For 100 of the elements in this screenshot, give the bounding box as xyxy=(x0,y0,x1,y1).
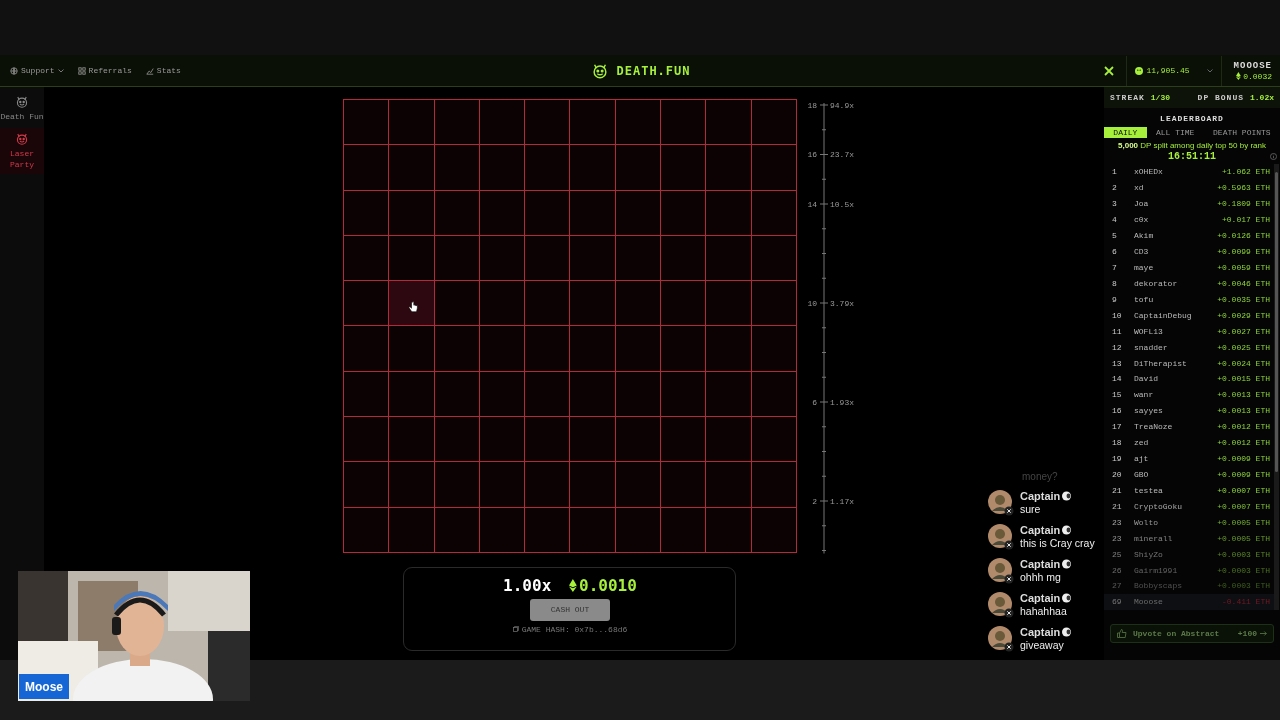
grid-cell[interactable] xyxy=(706,281,751,326)
copy-icon[interactable] xyxy=(512,626,519,633)
grid-cell[interactable] xyxy=(434,462,479,507)
grid-cell[interactable] xyxy=(751,326,796,371)
leaderboard-row[interactable]: 9 tofu +0.0035 ETH xyxy=(1104,291,1274,308)
grid-cell[interactable] xyxy=(570,145,615,190)
leaderboard-row[interactable]: 69 Mooose -0.411 ETH xyxy=(1104,593,1274,610)
grid-cell[interactable] xyxy=(751,371,796,417)
grid-cell[interactable] xyxy=(525,190,570,235)
grid-cell[interactable] xyxy=(570,281,615,326)
grid-cell[interactable] xyxy=(525,145,570,190)
grid-cell[interactable] xyxy=(570,507,615,552)
grid-cell[interactable] xyxy=(525,371,570,417)
leaderboard-row[interactable]: 21 CryptoGoku +0.0007 ETH xyxy=(1104,498,1274,515)
grid-cell[interactable] xyxy=(479,235,525,281)
leaderboard-row[interactable]: 5 Akim +0.0126 ETH xyxy=(1104,227,1274,244)
leaderboard-tab[interactable]: DAILY xyxy=(1104,127,1147,138)
grid-cell[interactable] xyxy=(706,417,751,462)
upvote-button[interactable]: Upvote on Abstract +100 xyxy=(1110,624,1274,643)
grid-cell[interactable] xyxy=(389,417,434,462)
grid-cell[interactable] xyxy=(344,190,389,235)
grid-cell[interactable] xyxy=(751,235,796,281)
grid-cell[interactable] xyxy=(615,281,661,326)
leaderboard-row[interactable]: 20 GBO +0.0009 ETH xyxy=(1104,466,1274,483)
sidebar-item[interactable]: Laser Party xyxy=(0,128,44,175)
leaderboard-row[interactable]: 19 ajt +0.0009 ETH xyxy=(1104,450,1274,467)
grid-cell[interactable] xyxy=(479,417,525,462)
leaderboard-row[interactable]: 11 WOFL13 +0.0027 ETH xyxy=(1104,323,1274,340)
grid-cell[interactable] xyxy=(706,145,751,190)
leaderboard-row[interactable]: 25 ShiyZo +0.0003 ETH xyxy=(1104,546,1274,563)
grid-cell[interactable] xyxy=(661,145,706,190)
grid-cell[interactable] xyxy=(751,145,796,190)
grid-cell[interactable] xyxy=(751,462,796,507)
grid-cell[interactable] xyxy=(389,100,434,145)
grid-cell[interactable] xyxy=(751,281,796,326)
grid-cell[interactable] xyxy=(344,145,389,190)
username[interactable]: MOOOSE xyxy=(1233,60,1272,71)
leaderboard-row[interactable]: 14 David +0.0015 ETH xyxy=(1104,371,1274,387)
leaderboard-row[interactable]: 8 dekorator +0.0046 ETH xyxy=(1104,275,1274,292)
grid-cell[interactable] xyxy=(344,371,389,417)
leaderboard-row[interactable]: 1 xOHEDx +1.062 ETH xyxy=(1104,164,1274,180)
grid-cell[interactable] xyxy=(706,371,751,417)
grid-cell[interactable] xyxy=(434,417,479,462)
leaderboard-row[interactable]: 23 minerall +0.0005 ETH xyxy=(1104,530,1274,547)
grid-cell[interactable] xyxy=(525,235,570,281)
grid-cell[interactable] xyxy=(525,326,570,371)
grid-cell[interactable] xyxy=(661,281,706,326)
grid-cell[interactable] xyxy=(389,235,434,281)
grid-cell[interactable] xyxy=(344,326,389,371)
grid-cell[interactable] xyxy=(615,507,661,552)
grid-cell[interactable] xyxy=(344,281,389,326)
leaderboard-row[interactable]: 2 xd +0.5963 ETH xyxy=(1104,179,1274,196)
grid-cell[interactable] xyxy=(706,235,751,281)
grid-cell[interactable] xyxy=(525,100,570,145)
leaderboard-row[interactable]: 18 zed +0.0012 ETH xyxy=(1104,434,1274,451)
grid-cell[interactable] xyxy=(389,281,434,326)
grid-cell[interactable] xyxy=(344,235,389,281)
leaderboard-row[interactable]: 23 Wolto +0.0005 ETH xyxy=(1104,514,1274,531)
grid-cell[interactable] xyxy=(525,507,570,552)
grid-cell[interactable] xyxy=(570,190,615,235)
grid-cell[interactable] xyxy=(706,507,751,552)
grid-cell[interactable] xyxy=(615,100,661,145)
grid-cell[interactable] xyxy=(615,326,661,371)
leaderboard-row[interactable]: 16 sayyes +0.0013 ETH xyxy=(1104,402,1274,419)
grid-cell[interactable] xyxy=(615,371,661,417)
grid-cell[interactable] xyxy=(525,281,570,326)
leaderboard-row[interactable]: 21 testea +0.0007 ETH xyxy=(1104,482,1274,499)
nav-link[interactable]: Support xyxy=(10,66,64,75)
grid-cell[interactable] xyxy=(525,462,570,507)
leaderboard-row[interactable]: 15 wanr +0.0013 ETH xyxy=(1104,386,1274,403)
leaderboard-tab[interactable]: ALL TIME xyxy=(1146,127,1204,138)
grid-cell[interactable] xyxy=(389,462,434,507)
leaderboard-row[interactable]: 10 CaptainDebug +0.0029 ETH xyxy=(1104,307,1274,324)
grid-cell[interactable] xyxy=(479,371,525,417)
leaderboard-row[interactable]: 26 Gairm1991 +0.0003 ETH xyxy=(1104,562,1274,578)
grid-cell[interactable] xyxy=(661,417,706,462)
nav-link[interactable]: Referrals xyxy=(77,66,132,75)
grid-cell[interactable] xyxy=(615,190,661,235)
grid-cell[interactable] xyxy=(706,190,751,235)
sidebar-item[interactable]: Death Fun xyxy=(0,91,44,127)
grid-cell[interactable] xyxy=(661,371,706,417)
grid-cell[interactable] xyxy=(344,100,389,145)
grid-cell[interactable] xyxy=(389,326,434,371)
grid-cell[interactable] xyxy=(615,417,661,462)
leaderboard-row[interactable]: 7 maye +0.0059 ETH xyxy=(1104,259,1274,276)
grid-cell[interactable] xyxy=(479,507,525,552)
grid-cell[interactable] xyxy=(525,417,570,462)
grid-cell[interactable] xyxy=(434,145,479,190)
grid-cell[interactable] xyxy=(570,417,615,462)
balance-dropdown[interactable]: 11,905.45 xyxy=(1126,55,1222,86)
info-icon[interactable] xyxy=(1270,153,1277,160)
leaderboard-row[interactable]: 13 DiTherapist +0.0024 ETH xyxy=(1104,355,1274,371)
leaderboard-row[interactable]: 3 Joa +0.1809 ETH xyxy=(1104,195,1274,212)
grid-cell[interactable] xyxy=(434,371,479,417)
grid-cell[interactable] xyxy=(389,190,434,235)
leaderboard-row[interactable]: 6 CD3 +0.0099 ETH xyxy=(1104,243,1274,260)
grid-cell[interactable] xyxy=(706,100,751,145)
grid-cell[interactable] xyxy=(706,462,751,507)
grid-cell[interactable] xyxy=(479,462,525,507)
grid-cell[interactable] xyxy=(479,190,525,235)
